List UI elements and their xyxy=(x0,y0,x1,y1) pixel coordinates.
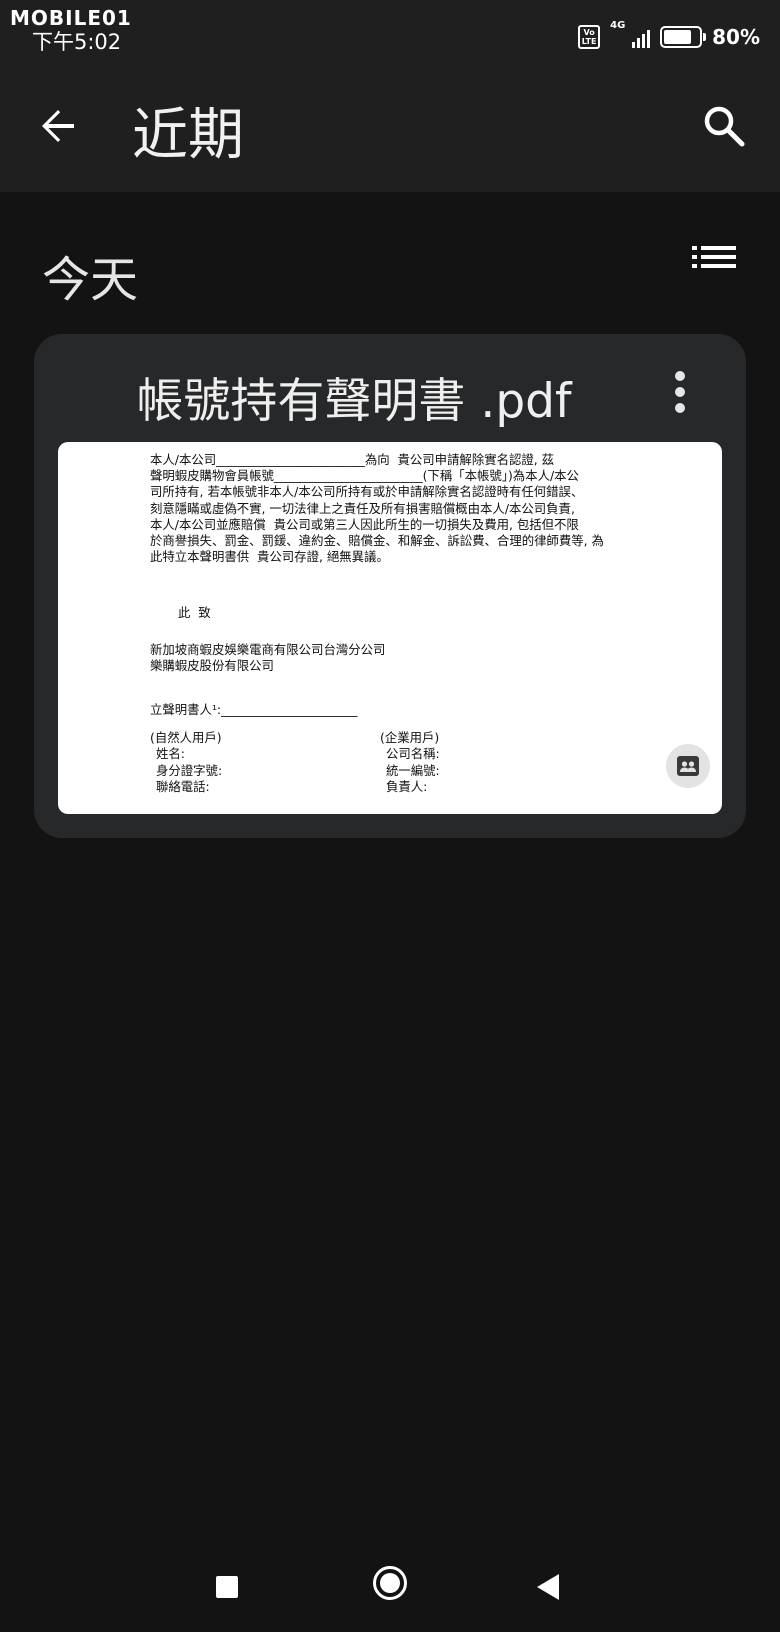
triangle-back-icon[interactable] xyxy=(537,1574,559,1600)
volte-icon: Vo LTE xyxy=(578,25,601,49)
list-view-icon[interactable] xyxy=(692,244,736,278)
battery-fill xyxy=(664,30,692,44)
doc-field: 統一編號: xyxy=(386,762,440,778)
battery-percent: 80% xyxy=(712,25,760,49)
signal-icon: 4G xyxy=(610,20,651,50)
shared-drive-icon xyxy=(666,744,710,788)
file-name: 帳號持有聲明書 .pdf xyxy=(136,374,572,429)
more-vert-icon[interactable] xyxy=(670,370,690,414)
doc-column-header: (企業用戶) xyxy=(380,730,440,746)
search-icon[interactable] xyxy=(700,102,748,150)
doc-line: 聲明蝦皮購物會員帳號________________________(下稱「本帳… xyxy=(150,468,579,484)
doc-line: 本人/本公司________________________為向 貴公司申請解除… xyxy=(150,452,555,467)
doc-company-column: (企業用戶) 公司名稱: 統一編號: 負責人: xyxy=(380,730,610,795)
document-content: 本人/本公司________________________為向 貴公司申請解除… xyxy=(150,452,610,795)
section-title-today: 今天 xyxy=(42,252,139,308)
doc-individual-column: (自然人用戶) 姓名: 身分證字號: 聯絡電話: xyxy=(150,730,380,795)
file-preview[interactable]: 本人/本公司________________________為向 貴公司申請解除… xyxy=(58,442,722,814)
doc-line: 刻意隱瞞或虛偽不實, 一切法律上之責任及所有損害賠償概由本人/本公司負責, xyxy=(150,500,575,516)
doc-closing: 此 致 xyxy=(178,605,211,621)
doc-field: 聯絡電話: xyxy=(156,778,210,794)
status-time: 下午5:02 xyxy=(32,30,122,54)
page-title: 近期 xyxy=(132,103,244,168)
network-type: 4G xyxy=(610,20,626,31)
doc-recipient: 新加坡商蝦皮娛樂電商有限公司台灣分公司 xyxy=(150,641,386,657)
status-indicators: Vo LTE 4G 80% xyxy=(578,20,760,54)
doc-signer-columns: (自然人用戶) 姓名: 身分證字號: 聯絡電話: (企業用戶) 公司名稱: 統一… xyxy=(150,730,610,795)
app-bar: 近期 xyxy=(0,60,780,192)
arrow-left-icon[interactable] xyxy=(34,102,82,150)
doc-field: 公司名稱: xyxy=(386,746,440,762)
doc-line: 此特立本聲明書供 貴公司存證, 絕無異議。 xyxy=(150,549,389,565)
battery-icon xyxy=(660,26,707,48)
doc-line: 本人/本公司並應賠償 貴公司或第三人因此所生的一切損失及費用, 包括但不限 xyxy=(150,516,579,532)
doc-line: 司所持有, 若本帳號非本人/本公司所持有或於申請解除實名認證時有任何錯誤、 xyxy=(150,484,584,500)
doc-line: 於商譽損失、罰金、罰鍰、違約金、賠償金、和解金、訴訟費、合理的律師費等, 為 xyxy=(150,533,604,549)
people-icon xyxy=(677,756,699,776)
doc-field: 身分證字號: xyxy=(156,762,223,778)
system-nav-bar xyxy=(0,1540,780,1632)
doc-signer-line: 立聲明書人¹:______________________ xyxy=(150,702,358,718)
doc-field: 負責人: xyxy=(386,778,428,794)
doc-column-header: (自然人用戶) xyxy=(150,730,222,746)
doc-recipient: 樂購蝦皮股份有限公司 xyxy=(150,657,274,673)
square-recents-icon[interactable] xyxy=(216,1576,238,1598)
file-card[interactable]: 帳號持有聲明書 .pdf 本人/本公司_____________________… xyxy=(34,334,746,838)
doc-field: 姓名: xyxy=(156,746,185,762)
status-bar: MOBILE01 下午5:02 Vo LTE 4G 80% xyxy=(0,0,780,60)
signal-bars xyxy=(632,30,651,48)
circle-home-icon[interactable] xyxy=(373,1566,407,1600)
